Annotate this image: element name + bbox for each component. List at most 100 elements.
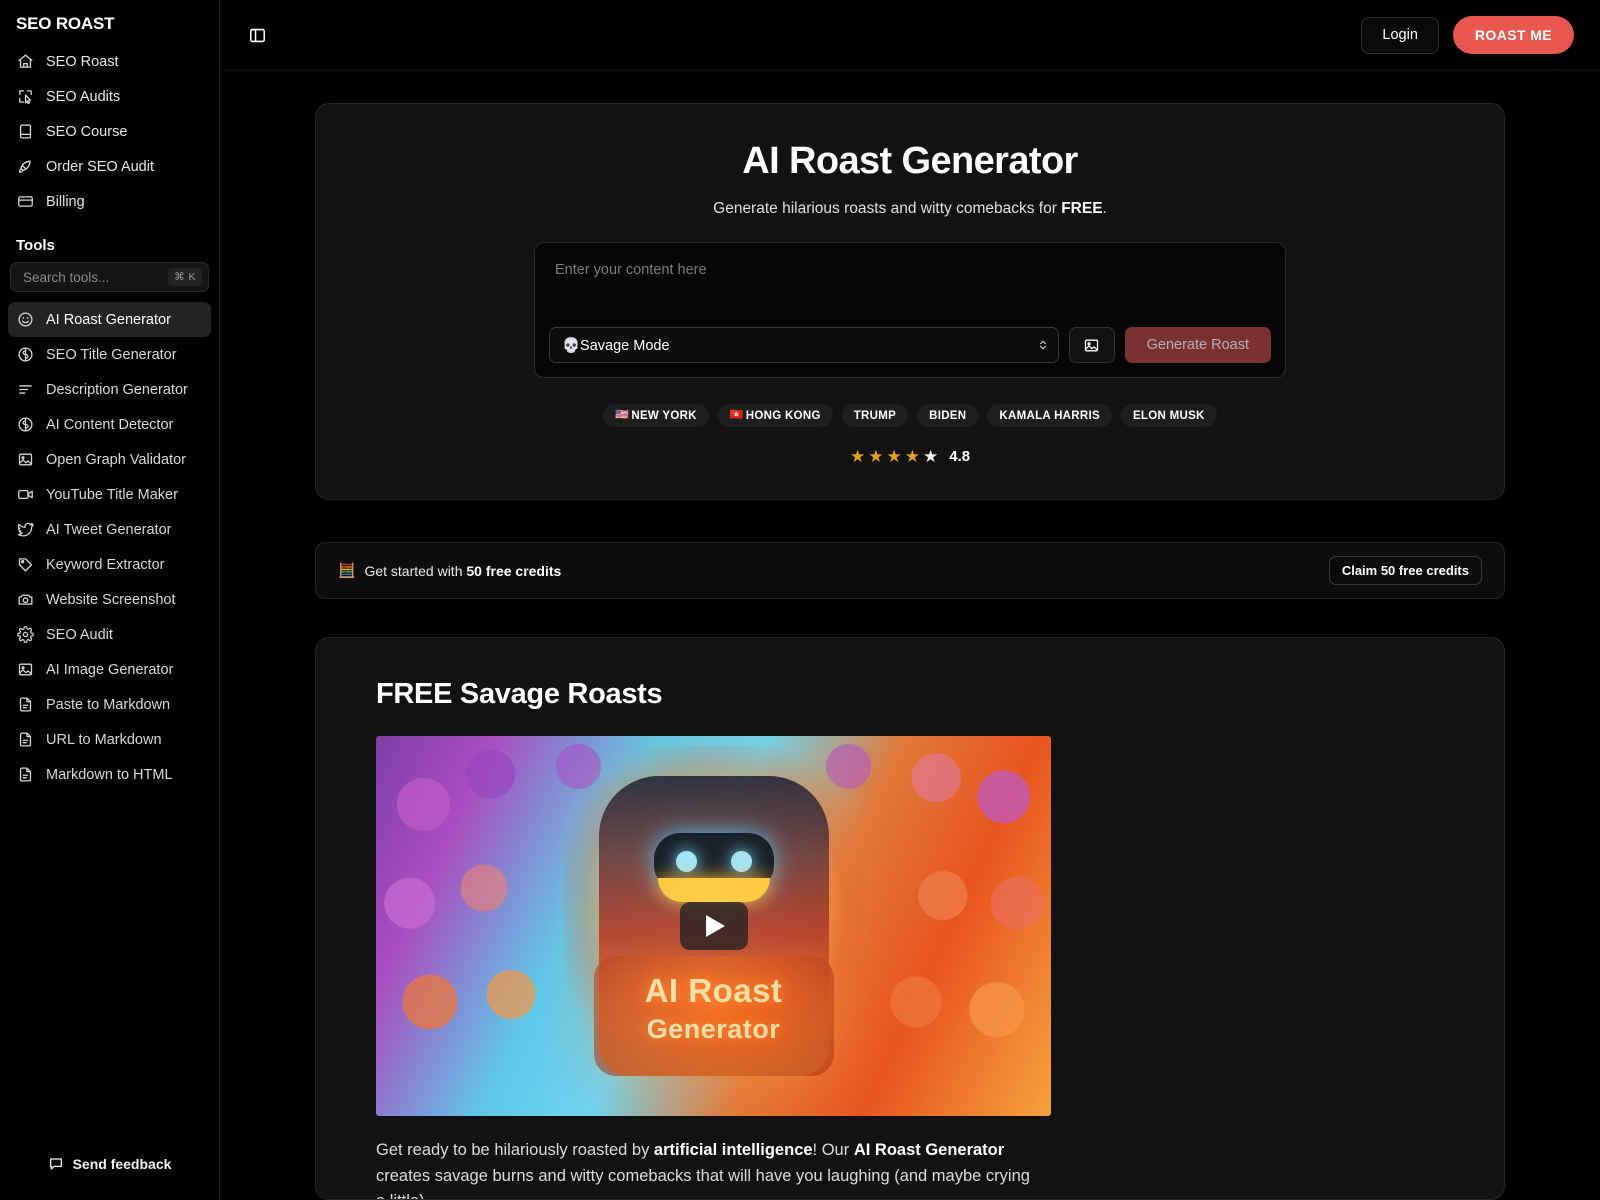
tag-kamala-harris[interactable]: KAMALA HARRIS — [987, 404, 1112, 427]
book-icon — [16, 123, 34, 141]
tag-label: HONG KONG — [745, 409, 821, 422]
document-icon — [16, 731, 34, 749]
hero-subtitle-bold: FREE — [1061, 200, 1103, 217]
flag-icon: 🇺🇸 — [615, 409, 630, 421]
search-input[interactable]: Search tools... ⌘ K — [10, 262, 209, 292]
sidebar-item-ai-tweet-generator[interactable]: AI Tweet Generator — [8, 512, 211, 547]
sidebar-item-seo-audit[interactable]: SEO Audit — [8, 617, 211, 652]
tag-hong-kong[interactable]: 🇭🇰 HONG KONG — [717, 404, 833, 427]
sidebar-item-paste-to-markdown[interactable]: Paste to Markdown — [8, 687, 211, 722]
send-feedback-label: Send feedback — [72, 1156, 172, 1172]
mode-select-value: 💀Savage Mode — [562, 337, 670, 354]
sidebar-item-label: AI Image Generator — [46, 661, 174, 678]
article-b1: artificial intelligence — [653, 1141, 813, 1159]
sidebar-item-website-screenshot[interactable]: Website Screenshot — [8, 582, 211, 617]
image-icon — [16, 451, 34, 469]
sidebar-item-ai-content-detector[interactable]: AI Content Detector — [8, 407, 211, 442]
sidebar-item-seo-audits[interactable]: SEO Audits — [8, 79, 211, 114]
roast-me-button[interactable]: ROAST ME — [1452, 16, 1574, 54]
credit-card-icon — [16, 193, 34, 211]
sidebar-item-label: URL to Markdown — [46, 731, 162, 748]
star-icon: ★ — [868, 447, 884, 466]
login-button[interactable]: Login — [1361, 16, 1439, 54]
sidebar-item-open-graph-validator[interactable]: Open Graph Validator — [8, 442, 211, 477]
video-icon — [16, 486, 34, 504]
camera-icon — [16, 591, 34, 609]
preset-tags: 🇺🇸 NEW YORK 🇭🇰 HONG KONG TRUMP BIDEN KAM… — [346, 404, 1474, 427]
robot-eye-right — [730, 851, 752, 872]
chat-bubble-icon — [48, 1156, 64, 1172]
sidebar-item-label: SEO Audit — [46, 626, 113, 643]
sidebar-item-youtube-title-maker[interactable]: YouTube Title Maker — [8, 477, 211, 512]
play-icon[interactable] — [679, 902, 748, 950]
search-shortcut-badge: ⌘ K — [168, 268, 202, 286]
primary-nav: SEO Roast SEO Audits SEO Course Order SE… — [0, 44, 219, 219]
article-card: FREE Savage Roasts AI Roast Generator Ge… — [315, 637, 1505, 1200]
sidebar-item-label: Paste to Markdown — [46, 696, 171, 713]
cursor-click-icon — [16, 88, 34, 106]
mode-select[interactable]: 💀Savage Mode — [549, 327, 1059, 363]
tag-label: ELON MUSK — [1132, 409, 1205, 422]
document-icon — [16, 696, 34, 714]
credits-text: Get started with 50 free credits — [364, 563, 561, 579]
robot-chest-panel: AI Roast Generator — [593, 956, 834, 1076]
video-thumbnail[interactable]: AI Roast Generator — [376, 736, 1051, 1116]
sidebar-item-ai-roast-generator[interactable]: AI Roast Generator — [8, 302, 211, 337]
hero-subtitle: Generate hilarious roasts and witty come… — [346, 200, 1474, 218]
sidebar-item-keyword-extractor[interactable]: Keyword Extractor — [8, 547, 211, 582]
flag-icon: 🇭🇰 — [729, 409, 744, 421]
home-icon — [16, 53, 34, 71]
search-placeholder: Search tools... — [23, 269, 110, 285]
image-upload-icon[interactable] — [1068, 327, 1115, 363]
robot-eye-left — [675, 851, 697, 872]
sidebar-item-billing[interactable]: Billing — [8, 184, 211, 219]
article-p2: ! Our — [812, 1141, 854, 1159]
robot-mouth — [657, 878, 770, 902]
tools-nav: AI Roast Generator SEO Title Generator D… — [0, 298, 219, 792]
tag-label: BIDEN — [929, 409, 967, 422]
panel-left-icon[interactable] — [242, 20, 272, 50]
tag-trump[interactable]: TRUMP — [841, 404, 909, 427]
credits-banner: 🧮 Get started with 50 free credits Claim… — [315, 542, 1505, 599]
send-feedback-button[interactable]: Send feedback — [0, 1156, 219, 1172]
input-controls-row: 💀Savage Mode Generate Roast — [549, 327, 1271, 363]
tag-biden[interactable]: BIDEN — [917, 404, 979, 427]
sidebar-item-url-to-markdown[interactable]: URL to Markdown — [8, 722, 211, 757]
sidebar-item-description-generator[interactable]: Description Generator — [8, 372, 211, 407]
hero-card: AI Roast Generator Generate hilarious ro… — [315, 103, 1505, 500]
tools-heading: Tools — [16, 237, 55, 254]
sidebar-item-label: SEO Audits — [46, 88, 121, 105]
top-bar: Login ROAST ME — [220, 0, 1600, 71]
sidebar-item-label: Website Screenshot — [46, 591, 176, 608]
star-icon: ★ — [886, 447, 902, 466]
sidebar-item-seo-roast[interactable]: SEO Roast — [8, 44, 211, 79]
credits-text-prefix: Get started with — [364, 562, 467, 579]
article-p1: Get ready to be hilariously roasted by — [376, 1141, 654, 1159]
brain-icon — [16, 416, 34, 434]
sidebar-item-seo-course[interactable]: SEO Course — [8, 114, 211, 149]
rating: ★ ★ ★ ★ ★ 4.8 — [346, 448, 1474, 465]
sidebar-item-label: Order SEO Audit — [46, 158, 154, 175]
sidebar-item-label: SEO Course — [46, 123, 128, 140]
sidebar-item-seo-title-generator[interactable]: SEO Title Generator — [8, 337, 211, 372]
tag-new-york[interactable]: 🇺🇸 NEW YORK — [603, 404, 709, 427]
generate-roast-button[interactable]: Generate Roast — [1124, 327, 1271, 363]
claim-credits-button[interactable]: Claim 50 free credits — [1328, 556, 1482, 585]
rocket-icon — [16, 158, 34, 176]
sidebar: SEO ROAST SEO Roast SEO Audits SEO Cours… — [0, 0, 220, 1200]
content-textarea[interactable]: Enter your content here — [549, 257, 1271, 315]
search-container: Search tools... ⌘ K — [0, 262, 219, 298]
sidebar-item-markdown-to-html[interactable]: Markdown to HTML — [8, 757, 211, 792]
tag-elon-musk[interactable]: ELON MUSK — [1120, 404, 1217, 427]
document-icon — [16, 766, 34, 784]
sidebar-item-label: Markdown to HTML — [46, 766, 173, 783]
sidebar-item-label: YouTube Title Maker — [46, 486, 178, 503]
star-icon: ★ — [904, 447, 920, 466]
article-heading: FREE Savage Roasts — [376, 678, 663, 710]
sidebar-item-label: Keyword Extractor — [46, 556, 165, 573]
video-overlay-title-line2: Generator — [646, 1014, 781, 1044]
sidebar-item-ai-image-generator[interactable]: AI Image Generator — [8, 652, 211, 687]
sidebar-item-label: AI Tweet Generator — [46, 521, 172, 538]
sidebar-item-order-seo-audit[interactable]: Order SEO Audit — [8, 149, 211, 184]
smiley-icon — [16, 311, 34, 329]
